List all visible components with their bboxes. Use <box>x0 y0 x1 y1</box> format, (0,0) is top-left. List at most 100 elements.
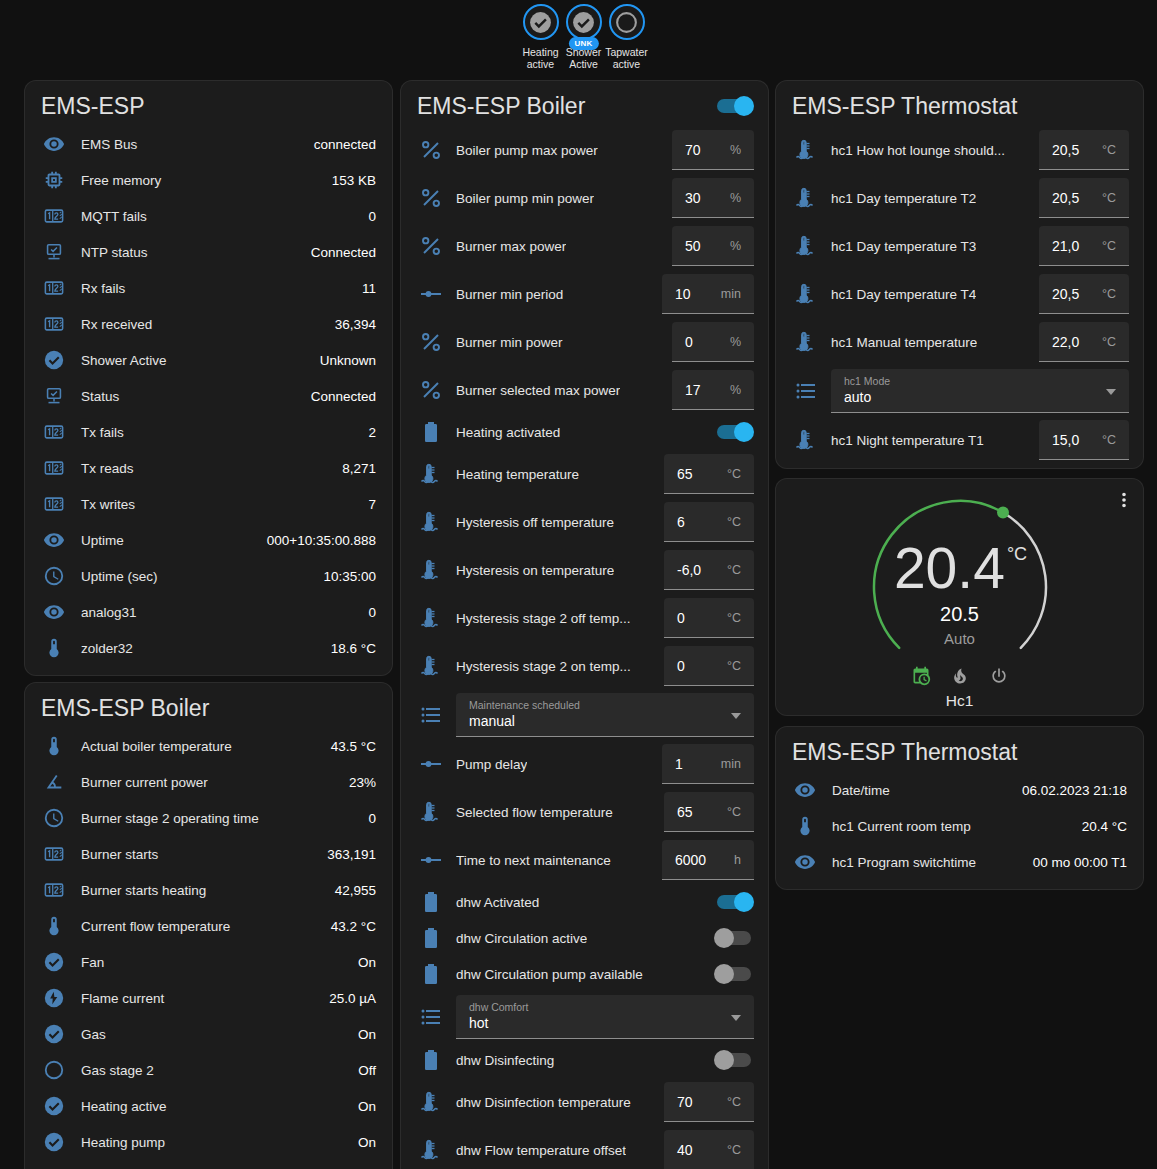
entity-row-uptime-sec-[interactable]: Uptime (sec)10:35:00 <box>25 558 392 594</box>
number-input[interactable]: 65°C <box>664 454 754 494</box>
number-input[interactable]: 20,5°C <box>1039 130 1129 170</box>
entity-row-tx-writes[interactable]: Tx writes7 <box>25 486 392 522</box>
entity-row-flame-current[interactable]: Flame current25.0 µA <box>25 980 392 1016</box>
entity-value: 06.02.2023 21:18 <box>1022 783 1127 798</box>
entity-row-time-to-next-maintenance: Time to next maintenance 6000h <box>401 836 768 884</box>
entity-row-gas[interactable]: GasOn <box>25 1016 392 1052</box>
number-input[interactable]: 30% <box>672 178 754 218</box>
entity-name: zolder32 <box>81 641 133 656</box>
entity-row-hc1-program-switchtime[interactable]: hc1 Program switchtime00 mo 00:00 T1 <box>776 844 1143 880</box>
entity-row-status[interactable]: StatusConnected <box>25 378 392 414</box>
entity-name: dhw Circulation pump available <box>456 967 643 982</box>
toggle-switch[interactable] <box>717 425 751 439</box>
entity-name: Time to next maintenance <box>456 853 611 868</box>
eye-icon <box>43 133 65 155</box>
number-input[interactable]: 0% <box>672 322 754 362</box>
entity-name: Hysteresis off temperature <box>456 515 614 530</box>
toggle-switch[interactable] <box>717 895 751 909</box>
number-input[interactable]: 50% <box>672 226 754 266</box>
number-input[interactable]: 21,0°C <box>1039 226 1129 266</box>
entity-row-analog31[interactable]: analog310 <box>25 594 392 630</box>
entity-name: Uptime <box>81 533 124 548</box>
mode-button-power[interactable] <box>989 666 1009 690</box>
badge-tapwater-active[interactable]: Tapwater active <box>609 4 645 70</box>
clock-icon <box>43 807 65 829</box>
entity-row-rx-received[interactable]: Rx received36,394 <box>25 306 392 342</box>
entity-value: 7 <box>368 497 376 512</box>
select-label: Maintenance scheduled <box>469 699 724 711</box>
number-input[interactable]: 0°C <box>664 598 754 638</box>
toggle-switch[interactable] <box>717 931 751 945</box>
entity-row-uptime[interactable]: Uptime000+10:35:00.888 <box>25 522 392 558</box>
entity-value: Connected <box>311 389 376 404</box>
number-input[interactable]: 17% <box>672 370 754 410</box>
entity-row-date-time[interactable]: Date/time06.02.2023 21:18 <box>776 772 1143 808</box>
entity-name: EMS Bus <box>81 137 137 152</box>
select-input[interactable]: Maintenance scheduledmanual <box>456 693 754 737</box>
entity-name: Burner max power <box>456 239 566 254</box>
entity-row-hysteresis-stage-2-off-temp-: Hysteresis stage 2 off temp...0°C <box>401 594 768 642</box>
entity-row-gas-stage-2[interactable]: Gas stage 2Off <box>25 1052 392 1088</box>
entity-row-tx-reads[interactable]: Tx reads8,271 <box>25 450 392 486</box>
badge-circle[interactable]: UNK <box>566 4 602 40</box>
number-input[interactable]: 1min <box>662 744 754 784</box>
number-unit: °C <box>727 659 741 673</box>
entity-row-rx-fails[interactable]: Rx fails11 <box>25 270 392 306</box>
number-input[interactable]: 22,0°C <box>1039 322 1129 362</box>
number-input[interactable]: 70°C <box>664 1082 754 1122</box>
entity-row-ems-bus[interactable]: EMS Busconnected <box>25 126 392 162</box>
card-ems-esp: EMS-ESP EMS BusconnectedFree memory153 K… <box>24 80 393 676</box>
number-input[interactable]: 20,5°C <box>1039 274 1129 314</box>
entity-row-heating-active[interactable]: Heating activeOn <box>25 1088 392 1124</box>
entity-row-heating-pump[interactable]: Heating pumpOn <box>25 1124 392 1160</box>
entity-name: dhw Disinfection temperature <box>456 1095 631 1110</box>
entity-row-shower-active[interactable]: Shower ActiveUnknown <box>25 342 392 378</box>
number-input[interactable]: 15,0°C <box>1039 420 1129 460</box>
entity-row-burner-current-power[interactable]: Burner current power23% <box>25 764 392 800</box>
entity-row-tx-fails[interactable]: Tx fails2 <box>25 414 392 450</box>
entity-row-free-memory[interactable]: Free memory153 KB <box>25 162 392 198</box>
entity-value: 0 <box>368 605 376 620</box>
badge-circle[interactable] <box>523 4 559 40</box>
card-ems-esp-boiler-sensors: EMS-ESP Boiler Actual boiler temperature… <box>24 682 393 1169</box>
entity-name: Hysteresis on temperature <box>456 563 614 578</box>
number-input[interactable]: 0°C <box>664 646 754 686</box>
entity-row-current-flow-temperature[interactable]: Current flow temperature43.2 °C <box>25 908 392 944</box>
entity-row-actual-boiler-temperature[interactable]: Actual boiler temperature43.5 °C <box>25 728 392 764</box>
number-value: 6000 <box>675 852 706 868</box>
number-input[interactable]: 65°C <box>664 792 754 832</box>
number-input[interactable]: 20,5°C <box>1039 178 1129 218</box>
entity-row-zolder32[interactable]: zolder3218.6 °C <box>25 630 392 666</box>
toggle-switch[interactable] <box>717 967 751 981</box>
mode-button-calendar-clock[interactable] <box>911 666 931 690</box>
number-unit: °C <box>1102 191 1116 205</box>
boiler-master-toggle[interactable] <box>717 99 751 113</box>
entity-row-hysteresis-off-temperature: Hysteresis off temperature 6°C <box>401 498 768 546</box>
more-options-icon[interactable] <box>1113 489 1135 511</box>
select-input[interactable]: dhw Comforthot <box>456 995 754 1039</box>
entity-name: hc1 Day temperature T4 <box>831 287 976 302</box>
mode-button-fire[interactable] <box>950 666 970 690</box>
number-input[interactable]: 40°C <box>664 1130 754 1169</box>
entity-row-mqtt-fails[interactable]: MQTT fails0 <box>25 198 392 234</box>
number-input[interactable]: 10min <box>662 274 754 314</box>
thermo-water-icon <box>419 1090 443 1114</box>
thermostat-dial[interactable]: 20.4°C 20.5 Auto Hc1 <box>852 479 1068 695</box>
entity-row-ntp-status[interactable]: NTP statusConnected <box>25 234 392 270</box>
entity-row-fan[interactable]: FanOn <box>25 944 392 980</box>
number-input[interactable]: 6000h <box>662 840 754 880</box>
entity-row-hc1-current-room-temp[interactable]: hc1 Current room temp20.4 °C <box>776 808 1143 844</box>
number-value: 20,5 <box>1052 286 1079 302</box>
dial-handle[interactable] <box>997 507 1009 519</box>
entity-row-burner-starts-heating[interactable]: Burner starts heating42,955 <box>25 872 392 908</box>
number-input[interactable]: 70% <box>672 130 754 170</box>
number-input[interactable]: 6°C <box>664 502 754 542</box>
status-badges: Heating activeUNKShower ActiveTapwater a… <box>5 4 1157 70</box>
entity-row-burner-starts[interactable]: Burner starts363,191 <box>25 836 392 872</box>
select-input[interactable]: hc1 Modeauto <box>831 369 1129 413</box>
entity-row-burner-stage-2-operating-time[interactable]: Burner stage 2 operating time0 <box>25 800 392 836</box>
thermo-water-icon <box>794 428 818 452</box>
badge-circle[interactable] <box>609 4 645 40</box>
toggle-switch[interactable] <box>717 1053 751 1067</box>
number-input[interactable]: -6,0°C <box>664 550 754 590</box>
